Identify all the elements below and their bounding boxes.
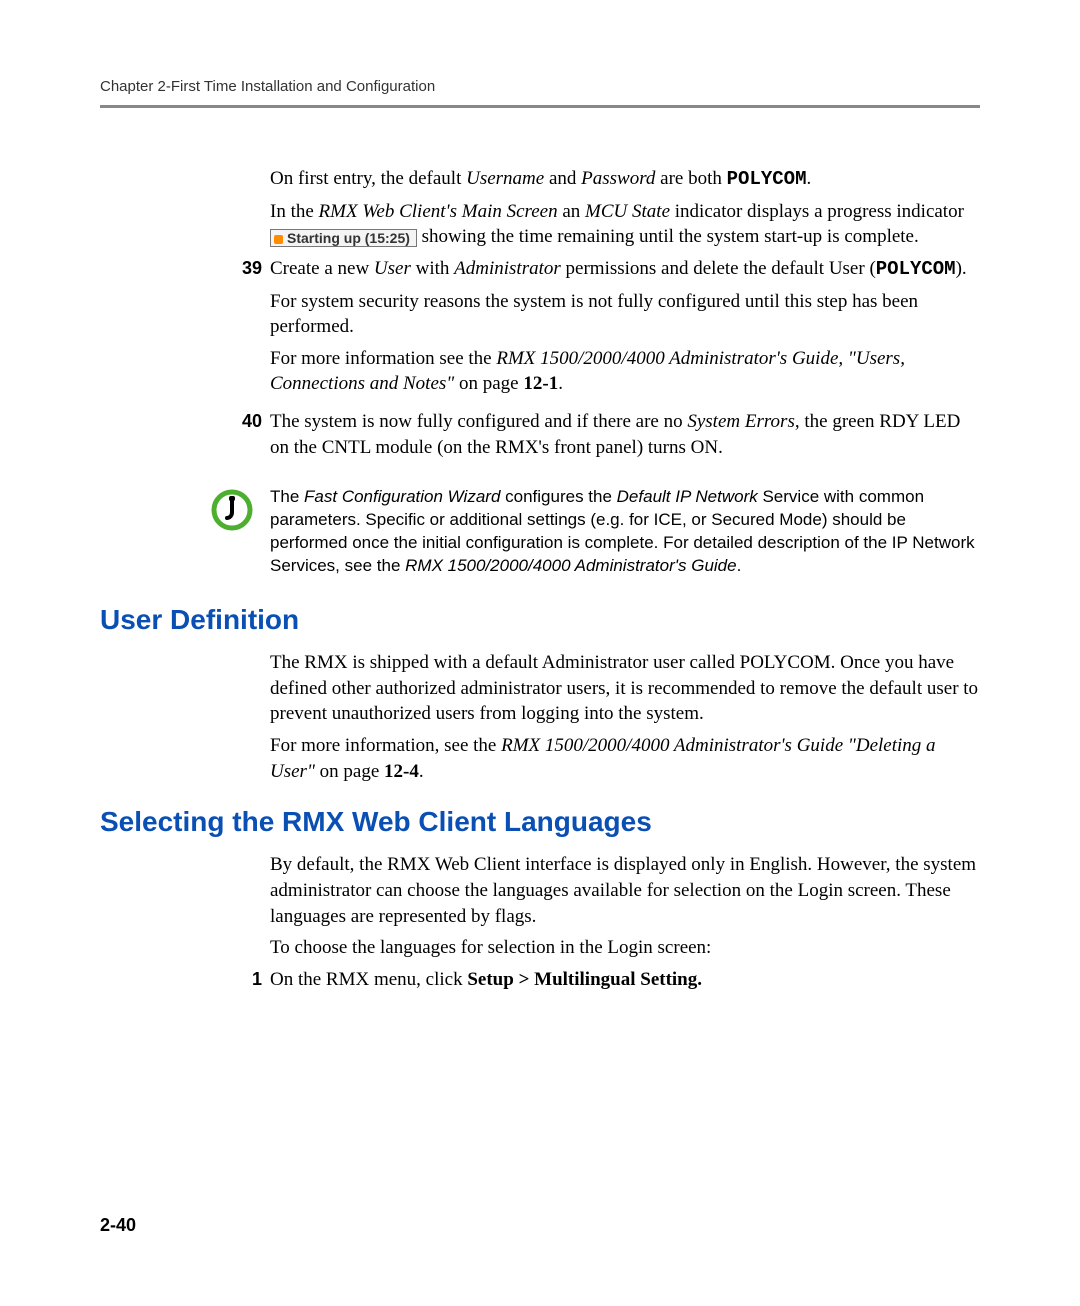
term-default-ip-network: Default IP Network xyxy=(617,487,758,506)
term-username: Username xyxy=(466,168,544,189)
header-rule xyxy=(100,105,980,108)
running-header: Chapter 2-First Time Installation and Co… xyxy=(100,78,980,95)
languages-content: By default, the RMX Web Client interface… xyxy=(270,852,980,998)
text: permissions and delete the default User … xyxy=(561,258,876,279)
text: Create a new xyxy=(270,258,374,279)
term-system-errors: System Errors xyxy=(687,411,795,432)
text: The system is now fully configured and i… xyxy=(270,411,687,432)
text: are both xyxy=(655,168,726,189)
step-number: 1 xyxy=(236,967,270,991)
term-password: Password xyxy=(581,168,655,189)
text: In the xyxy=(270,201,319,222)
step-40: 40 The system is now fully configured an… xyxy=(270,409,980,466)
status-dot-icon xyxy=(274,235,283,244)
step-number: 40 xyxy=(236,409,270,433)
note-callout: The Fast Configuration Wizard configures… xyxy=(210,486,980,578)
term-administrator: Administrator xyxy=(454,258,561,279)
text: with xyxy=(411,258,454,279)
progress-label: Starting up (15:25) xyxy=(287,230,410,246)
lang-step-1: 1 On the RMX menu, click Setup > Multili… xyxy=(270,967,980,999)
term-fast-config-wizard: Fast Configuration Wizard xyxy=(304,487,500,506)
step39-p2: For system security reasons the system i… xyxy=(270,289,980,340)
lang-step1-p: On the RMX menu, click Setup > Multiling… xyxy=(270,967,980,993)
text: on page xyxy=(454,373,523,394)
step-body: Create a new User with Administrator per… xyxy=(270,256,980,403)
text: configures the xyxy=(500,487,616,506)
intro-p2: In the RMX Web Client's Main Screen an M… xyxy=(270,199,980,250)
note-text: The Fast Configuration Wizard configures… xyxy=(270,486,980,578)
text: . xyxy=(558,373,563,394)
reference-guide: RMX 1500/2000/4000 Administrator's Guide xyxy=(405,556,736,575)
text: on page xyxy=(315,761,384,782)
step39-p3: For more information see the RMX 1500/20… xyxy=(270,346,980,397)
text: indicator displays a progress indicator xyxy=(670,201,964,222)
text: On the RMX menu, click xyxy=(270,969,467,990)
note-icon xyxy=(210,488,254,540)
lang-p1: By default, the RMX Web Client interface… xyxy=(270,852,980,929)
lang-p2: To choose the languages for selection in… xyxy=(270,935,980,961)
literal-polycom: POLYCOM xyxy=(876,258,956,280)
page-ref: 12-4 xyxy=(384,761,419,782)
step-body: On the RMX menu, click Setup > Multiling… xyxy=(270,967,980,999)
page: Chapter 2-First Time Installation and Co… xyxy=(0,0,1080,1306)
heading-user-definition: User Definition xyxy=(100,604,980,636)
text: . xyxy=(806,168,811,189)
main-content: On first entry, the default Username and… xyxy=(270,166,980,578)
text: an xyxy=(558,201,585,222)
progress-indicator: Starting up (15:25) xyxy=(270,229,417,247)
text: On first entry, the default xyxy=(270,168,466,189)
page-ref: 12-1 xyxy=(523,373,558,394)
text: showing the time remaining until the sys… xyxy=(422,226,919,247)
term-mcu-state: MCU State xyxy=(585,201,670,222)
step-body: The system is now fully configured and i… xyxy=(270,409,980,466)
term-user: User xyxy=(374,258,411,279)
text: For more information, see the xyxy=(270,735,501,756)
text: For more information see the xyxy=(270,348,496,369)
term-main-screen: RMX Web Client's Main Screen xyxy=(319,201,558,222)
step40-p1: The system is now fully configured and i… xyxy=(270,409,980,460)
literal-polycom: POLYCOM xyxy=(727,168,807,190)
step-39: 39 Create a new User with Administrator … xyxy=(270,256,980,403)
text: . xyxy=(737,556,742,575)
menu-path: Setup > Multilingual Setting. xyxy=(467,969,702,990)
text: The xyxy=(270,487,304,506)
user-definition-content: The RMX is shipped with a default Admini… xyxy=(270,650,980,784)
intro-p1: On first entry, the default Username and… xyxy=(270,166,980,193)
userdef-p1: The RMX is shipped with a default Admini… xyxy=(270,650,980,727)
text: . xyxy=(419,761,424,782)
text: and xyxy=(544,168,581,189)
page-number: 2-40 xyxy=(100,1215,136,1236)
step39-p1: Create a new User with Administrator per… xyxy=(270,256,980,283)
userdef-p2: For more information, see the RMX 1500/2… xyxy=(270,733,980,784)
text: ). xyxy=(956,258,967,279)
step-number: 39 xyxy=(236,256,270,280)
heading-selecting-languages: Selecting the RMX Web Client Languages xyxy=(100,806,980,838)
